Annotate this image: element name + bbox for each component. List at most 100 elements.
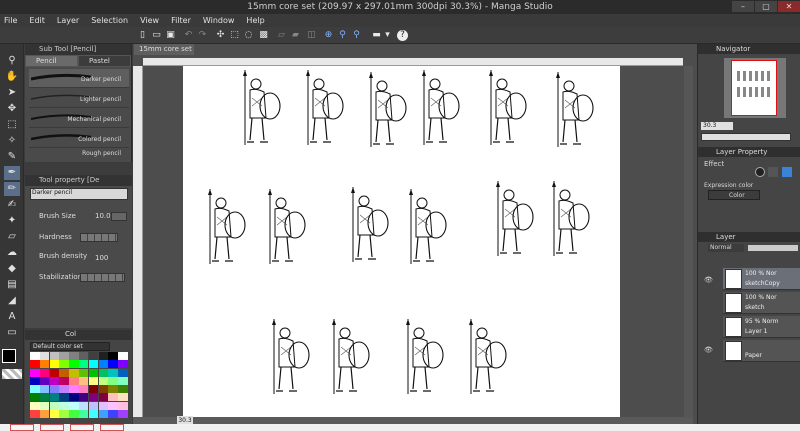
brush-item[interactable]: Rough pencil <box>29 147 129 166</box>
color-swatch[interactable] <box>118 401 128 410</box>
snap-ruler-icon[interactable]: ⊕ <box>323 30 334 41</box>
color-swatch[interactable] <box>98 410 109 419</box>
color-swatch[interactable] <box>98 360 109 369</box>
close-button[interactable]: ✕ <box>778 1 800 12</box>
stabilization-slider[interactable] <box>80 273 125 282</box>
brush-size-value[interactable]: 10.0 <box>95 212 111 220</box>
color-swatch[interactable] <box>88 376 99 385</box>
tab-pastel[interactable]: Pastel <box>78 55 131 67</box>
transform-icon[interactable]: ⬚ <box>229 30 240 41</box>
eye-icon[interactable]: 👁 <box>704 276 713 284</box>
color-swatch[interactable] <box>78 352 89 360</box>
color-swatch[interactable] <box>108 352 118 360</box>
color-swatch[interactable] <box>118 376 128 385</box>
color-swatch[interactable] <box>39 360 50 369</box>
color-swatch[interactable] <box>30 352 40 360</box>
color-swatch[interactable] <box>108 385 118 394</box>
brush-tool-icon[interactable]: ✍ <box>4 198 20 212</box>
navigator-rotation-slider[interactable] <box>701 133 791 141</box>
color-swatch[interactable] <box>59 393 69 402</box>
color-swatch[interactable] <box>30 368 40 377</box>
pencil-tool-icon[interactable]: ✏ <box>4 182 20 196</box>
color-swatch[interactable] <box>78 376 89 385</box>
taskbar-item[interactable] <box>70 424 94 431</box>
color-swatch[interactable] <box>30 360 40 369</box>
eraser-icon[interactable]: ▱ <box>4 230 20 244</box>
blend-mode-dropdown[interactable]: Normal <box>708 244 744 252</box>
brush-item[interactable]: Colored pencil <box>29 129 129 148</box>
color-swatch[interactable] <box>98 352 109 360</box>
menu-selection[interactable]: Selection <box>91 16 128 25</box>
clear-icon[interactable]: ▱ <box>276 30 287 41</box>
airbrush-icon[interactable]: ✦ <box>4 214 20 228</box>
color-swatch[interactable] <box>98 401 109 410</box>
color-swatch[interactable] <box>30 401 40 410</box>
color-swatch[interactable] <box>30 376 40 385</box>
menu-filter[interactable]: Filter <box>171 16 191 25</box>
menu-help[interactable]: Help <box>246 16 264 25</box>
blend-tool-icon[interactable]: ☁ <box>4 246 20 260</box>
color-swatch[interactable] <box>49 360 60 369</box>
navigator-zoom-field[interactable]: 30.3 <box>701 122 733 130</box>
operation-tool-icon[interactable]: ➤ <box>4 86 20 100</box>
color-swatch[interactable] <box>69 393 79 402</box>
figure-tool-icon[interactable]: ◢ <box>4 294 20 308</box>
color-swatch[interactable] <box>39 385 50 394</box>
taskbar-item[interactable] <box>40 424 64 431</box>
color-swatch[interactable] <box>49 352 60 360</box>
color-swatch[interactable] <box>39 401 50 410</box>
color-swatch[interactable] <box>88 352 99 360</box>
color-swatch[interactable] <box>88 368 99 377</box>
save-icon[interactable]: ▣ <box>165 30 176 41</box>
effect-tone-icon[interactable] <box>768 167 778 177</box>
color-swatch[interactable] <box>30 410 40 419</box>
hand-tool-icon[interactable]: ✋ <box>4 70 20 84</box>
color-swatch[interactable] <box>108 401 118 410</box>
color-swatch[interactable] <box>69 376 79 385</box>
taskbar-item[interactable] <box>10 424 34 431</box>
fill-tool-icon[interactable]: ◆ <box>4 262 20 276</box>
snap-special-icon[interactable]: ⚲ <box>351 30 362 41</box>
brush-size-slider[interactable] <box>111 212 127 221</box>
zoom-tool-icon[interactable]: ⚲ <box>4 54 20 68</box>
gradient-icon[interactable]: ▤ <box>4 278 20 292</box>
color-swatch[interactable] <box>98 368 109 377</box>
document-tab[interactable]: 15mm core set <box>134 44 194 55</box>
brush-item[interactable]: Darker pencil <box>29 69 129 88</box>
chevron-down-icon[interactable]: ▾ <box>382 30 393 41</box>
color-swatch[interactable] <box>49 401 60 410</box>
color-swatch[interactable] <box>118 352 128 360</box>
color-swatch[interactable] <box>39 368 50 377</box>
snap-grid-icon[interactable]: ⚲ <box>337 30 348 41</box>
new-file-icon[interactable]: ▯ <box>137 30 148 41</box>
color-swatch[interactable] <box>118 410 128 419</box>
color-swatch[interactable] <box>78 393 89 402</box>
color-swatch[interactable] <box>59 410 69 419</box>
color-swatch[interactable] <box>118 385 128 394</box>
pen-tool-icon[interactable]: ✒ <box>4 166 20 180</box>
opacity-slider[interactable] <box>748 245 798 251</box>
help-icon[interactable]: ? <box>397 30 408 41</box>
menu-window[interactable]: Window <box>203 16 235 25</box>
snap-icon[interactable]: ✣ <box>215 30 226 41</box>
color-swatch[interactable] <box>59 368 69 377</box>
balloon-tool-icon[interactable]: ▭ <box>4 326 20 340</box>
brush-item[interactable]: Lighter pencil <box>29 89 129 108</box>
ruler-icon[interactable]: ▬ <box>371 30 382 41</box>
main-color-swatch[interactable] <box>2 349 16 363</box>
color-swatch[interactable] <box>69 352 79 360</box>
color-swatch[interactable] <box>108 376 118 385</box>
navigator-preview[interactable] <box>724 58 786 118</box>
brush-density-value[interactable]: 100 <box>95 254 108 262</box>
color-swatch[interactable] <box>59 360 69 369</box>
color-swatch[interactable] <box>49 385 60 394</box>
color-swatch[interactable] <box>118 360 128 369</box>
eye-icon[interactable]: 👁 <box>704 346 713 354</box>
color-swatch[interactable] <box>59 401 69 410</box>
color-swatch[interactable] <box>69 385 79 394</box>
brush-item[interactable]: Mechanical pencil <box>29 109 129 128</box>
text-tool-icon[interactable]: A <box>4 310 20 324</box>
menu-layer[interactable]: Layer <box>57 16 79 25</box>
color-swatch[interactable] <box>88 410 99 419</box>
layer-row[interactable]: 100 % Nor sketchCopy <box>723 268 800 290</box>
